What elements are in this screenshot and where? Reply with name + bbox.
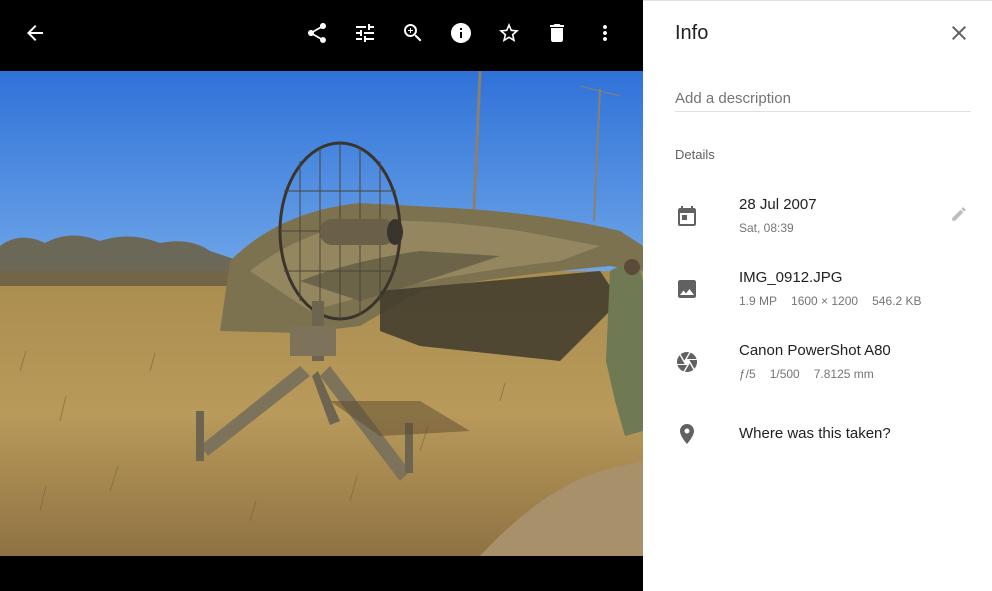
location-pin-icon xyxy=(675,422,699,446)
date-secondary: Sat, 08:39 xyxy=(739,221,794,235)
photo-image xyxy=(0,71,643,556)
file-megapixels: 1.9 MP xyxy=(739,294,778,308)
zoom-button[interactable] xyxy=(389,9,437,57)
date-primary: 28 Jul 2007 xyxy=(739,196,817,213)
share-button[interactable] xyxy=(293,9,341,57)
calendar-icon xyxy=(675,204,699,228)
file-name: IMG_0912.JPG xyxy=(739,269,843,286)
file-size: 546.2 KB xyxy=(872,294,922,308)
edit-adjust-button[interactable] xyxy=(341,9,389,57)
close-button[interactable] xyxy=(939,13,979,53)
file-resolution: 1600 × 1200 xyxy=(791,294,859,308)
delete-icon xyxy=(550,24,564,42)
camera-meta: ƒ/5 1/500 7.8125 mm xyxy=(739,367,888,381)
add-location-link[interactable]: Where was this taken? xyxy=(739,425,891,442)
favorite-button[interactable] xyxy=(485,9,533,57)
back-arrow-icon xyxy=(27,25,43,41)
image-icon xyxy=(675,277,699,301)
zoom-in-icon xyxy=(404,24,422,42)
close-icon xyxy=(952,26,966,40)
camera-aperture: ƒ/5 xyxy=(739,367,756,381)
panel-title: Info xyxy=(675,22,709,44)
edit-date-button[interactable] xyxy=(945,200,973,228)
camera-shutter: 1/500 xyxy=(769,367,800,381)
info-icon xyxy=(451,23,471,43)
delete-button[interactable] xyxy=(533,9,581,57)
pencil-icon xyxy=(952,207,966,221)
share-icon xyxy=(308,23,326,43)
info-panel: Info Details 28 Jul 2007 Sat, 08:39 IMG_… xyxy=(643,0,992,591)
camera-focal-length: 7.8125 mm xyxy=(813,367,874,381)
star-icon xyxy=(499,23,519,42)
viewer-toolbar xyxy=(0,0,643,66)
description-input[interactable] xyxy=(675,87,971,112)
file-meta: 1.9 MP 1600 × 1200 546.2 KB xyxy=(739,294,935,308)
tune-icon xyxy=(356,24,374,42)
camera-model: Canon PowerShot A80 xyxy=(739,342,891,359)
more-options-button[interactable] xyxy=(581,9,629,57)
info-button[interactable] xyxy=(437,9,485,57)
camera-aperture-icon xyxy=(675,350,699,374)
more-vert-icon xyxy=(603,25,607,41)
photo-viewer xyxy=(0,0,643,591)
details-heading: Details xyxy=(675,147,715,162)
back-button[interactable] xyxy=(11,9,59,57)
